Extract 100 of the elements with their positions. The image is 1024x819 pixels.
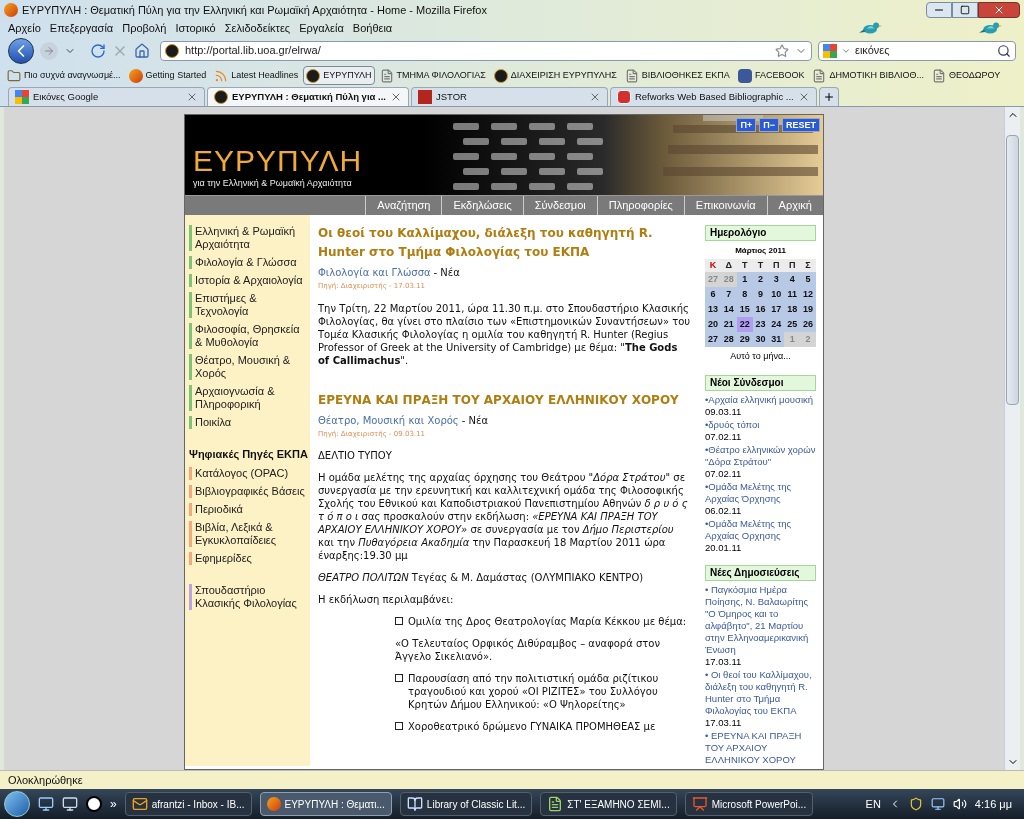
calendar-day[interactable]: 6 (705, 287, 721, 302)
menu-item[interactable]: Βοήθεια (352, 20, 393, 37)
bookmark[interactable]: Latest Headlines (211, 66, 302, 85)
taskbar-button[interactable]: afrantzi - Inbox - IB... (124, 792, 252, 816)
category-link[interactable]: Φιλολογία και Γλώσσα (318, 265, 431, 280)
nav-link[interactable]: Πληροφορίες (596, 196, 684, 215)
sidebar-link[interactable]: Βιβλία, Λεξικά & Εγκυκλοπαίδειες (195, 521, 308, 547)
close-tab-icon[interactable] (186, 91, 198, 103)
bookmark[interactable]: Πιο συχνά αναγνωσμέ... (4, 66, 124, 85)
clock[interactable]: 4:16 μμ (974, 795, 1012, 813)
sidebar-link[interactable]: Αρχαιογνωσία & Πληροφορική (195, 385, 308, 411)
home-icon[interactable] (134, 42, 150, 59)
bookmark[interactable]: ΔΗΜΟΤΙΚΗ ΒΙΒΛΙΟΘ... (809, 66, 927, 85)
sidebar-link[interactable]: Εφημερίδες (195, 552, 252, 565)
search-icon[interactable] (997, 43, 1011, 58)
window-icon[interactable] (62, 796, 78, 812)
maximize-button[interactable] (952, 2, 978, 18)
reload-icon[interactable] (90, 42, 106, 59)
nav-link[interactable]: Επικοινωνία (683, 196, 767, 215)
calendar-day[interactable]: 12 (800, 287, 816, 302)
bookmark[interactable]: ΒΙΒΛΙΟΘΗΚΕΣ ΕΚΠΑ (621, 66, 733, 85)
volume-icon[interactable] (952, 797, 967, 811)
browser-tab[interactable]: JSTOR (410, 87, 608, 106)
news-link[interactable]: •δρυός τόποι (705, 418, 816, 431)
calendar-day[interactable]: 19 (800, 302, 816, 317)
calendar-day[interactable]: 5 (800, 272, 816, 287)
calendar-day[interactable]: 11 (784, 287, 801, 302)
menu-item[interactable]: Εργαλεία (299, 20, 344, 37)
article-title[interactable]: Οι θεοί του Καλλίμαχου, διάλεξη του καθηγητή R. Hunter στο Τμήμα Φιλολογίας του ΕΚΠΑ (318, 224, 692, 262)
scrollbar[interactable] (1004, 107, 1020, 770)
menu-item[interactable]: Επεξεργασία (49, 20, 114, 37)
search-field[interactable]: εικόνες (818, 40, 1016, 61)
browser-tab[interactable]: Refworks Web Based Bibliographic ... (609, 87, 817, 106)
article-title[interactable]: ΕΡΕΥΝΑ ΚΑΙ ΠΡΑΞΗ ΤΟΥ ΑΡΧΑΙΟΥ ΕΛΛΗΝΙΚΟΥ ΧΟΡΟΥ (318, 390, 692, 410)
calendar-day[interactable]: 17 (768, 302, 785, 317)
bookmark[interactable]: ΤΜΗΜΑ ΦΙΛΟΛΟΓΙΑΣ (376, 66, 489, 85)
taskbar-button[interactable]: Microsoft PowerPoi... (684, 792, 814, 816)
browser-tab[interactable]: Εικόνες Google (8, 87, 205, 106)
zoom-button[interactable]: RESET (782, 118, 820, 132)
sidebar-link[interactable]: Ιστορία & Αρχαιολογία (195, 274, 303, 287)
nav-link[interactable]: Εκδηλώσεις (441, 196, 523, 215)
nav-link[interactable]: Αναζήτηση (365, 196, 442, 215)
calendar-day[interactable]: 24 (768, 317, 785, 332)
minimize-button[interactable] (926, 2, 952, 18)
news-link[interactable]: • Οι θεοί του Καλλίμαχου, διάλεξη του καθηγητή R. Hunter στο Τμήμα Φιλολογίας του ΕΚΠΑ (705, 668, 816, 717)
desktop-icon[interactable] (38, 796, 54, 812)
sidebar-link[interactable]: Σπουδαστήριο Κλασικής Φιλολογίας (195, 584, 308, 610)
calendar-day[interactable]: 4 (784, 272, 801, 287)
sidebar-link[interactable]: Θέατρο, Μουσική & Χορός (195, 354, 308, 380)
sidebar-link[interactable]: Ελληνική & Ρωμαϊκή Αρχαιότητα (195, 225, 308, 251)
sidebar-link[interactable]: Επιστήμες & Τεχνολογία (195, 292, 308, 318)
news-link[interactable]: •Θέατρο ελληνικών χορών "Δόρα Στράτου" (705, 443, 816, 468)
browser-tab[interactable]: ΕΥΡΥΠΥΛΗ : Θεματική Πύλη για ... (207, 87, 409, 106)
news-link[interactable]: •Ομάδα Μελέτης της Αρχαίας Όρχησης (705, 480, 816, 505)
bookmark[interactable]: ΘΕΟΔΩΡΟΥ (928, 66, 1004, 85)
bookmark[interactable]: FACEBOOK (734, 66, 808, 85)
bookmark[interactable]: ΔΙΑΧΕΙΡΙΣΗ ΕΥΡΥΠΥΛΗΣ (490, 66, 620, 85)
calendar-day[interactable]: 26 (800, 317, 816, 332)
menu-item[interactable]: Προβολή (122, 20, 167, 37)
new-tab-button[interactable] (818, 87, 839, 106)
sidebar-link[interactable]: Ποικίλα (195, 416, 232, 429)
calendar-day[interactable]: 13 (705, 302, 721, 317)
calendar-day[interactable]: 18 (784, 302, 801, 317)
network-icon[interactable] (930, 797, 945, 811)
menu-item[interactable]: Ιστορικό (175, 20, 216, 37)
back-button[interactable] (8, 37, 34, 64)
taskbar-button[interactable]: Library of Classic Lit... (399, 792, 533, 816)
sidebar-link[interactable]: Περιοδικά (195, 503, 243, 516)
calendar-day[interactable]: 10 (768, 287, 785, 302)
category-link[interactable]: Θέατρο, Μουσική και Χορός (318, 412, 459, 428)
calendar-day[interactable]: 31 (768, 332, 785, 347)
language-indicator[interactable]: EN (865, 795, 881, 813)
zoom-button[interactable]: Π+ (736, 118, 757, 132)
address-field[interactable]: http://portal.lib.uoa.gr/elrwa/ (160, 40, 812, 61)
news-link[interactable]: • Παγκόσμια Ημέρα Ποίησης, Ν. Βαλαωρίτης "Ο Όμηρος και το αλφάβητο", 21 Μαρτίου στην Ελληνοαμερικανική Ένωση (705, 583, 816, 656)
month-link[interactable]: Αυτό το μήνα... (705, 350, 816, 364)
sidebar-link[interactable]: Βιβλιογραφικές Βάσεις (195, 485, 305, 498)
calendar-day[interactable]: 25 (784, 317, 801, 332)
scroll-thumb[interactable] (1006, 135, 1019, 405)
nav-link[interactable]: Σύνδεσμοι (522, 196, 597, 215)
shield-icon[interactable] (908, 797, 923, 811)
menu-item[interactable]: Αρχείο (8, 20, 41, 37)
calendar-day[interactable]: 27 (705, 332, 721, 347)
bookmark[interactable]: Getting Started (125, 66, 210, 85)
news-link[interactable]: •Ομάδα Μελέτης της Αρχαίας Ορχησης (705, 517, 816, 542)
sidebar-link[interactable]: Φιλολογία & Γλώσσα (195, 256, 297, 269)
nav-link[interactable]: Αρχική (766, 196, 823, 215)
start-button[interactable] (4, 791, 30, 817)
news-link[interactable]: •Αρχαία ελληνική μουσική (705, 393, 816, 406)
calendar-day[interactable]: 20 (705, 317, 721, 332)
taskbar-button[interactable]: ΣΤ' ΕΞΑΜΗΝΟ ΣΕΜΙ... (540, 792, 677, 816)
zoom-button[interactable]: Π− (759, 118, 779, 132)
calendar-day[interactable]: 3 (768, 272, 785, 287)
star-icon[interactable] (775, 43, 789, 58)
sidebar-link[interactable]: Κατάλογος (OPAC) (195, 467, 289, 480)
taskbar-button[interactable]: ΕΥΡΥΠΥΛΗ : Θεματι... (259, 792, 392, 816)
sidebar-link[interactable]: Φιλοσοφία, Θρησκεία & Μυθολογία (195, 323, 308, 349)
close-button[interactable] (978, 2, 1020, 18)
more-button[interactable]: » (110, 795, 117, 813)
news-link[interactable]: • ΕΡΕΥΝΑ ΚΑΙ ΠΡΑΞΗ ΤΟΥ ΑΡΧΑΙΟΥ ΕΛΛΗΝΙΚΟΥ ΧΟΡΟΥ (705, 729, 816, 766)
